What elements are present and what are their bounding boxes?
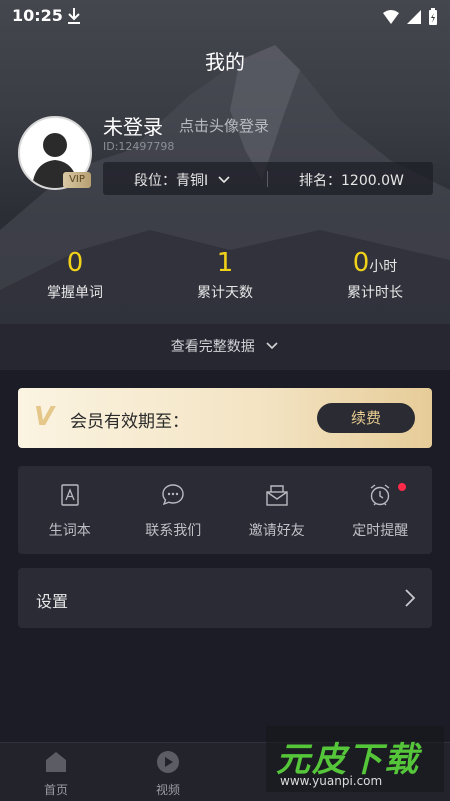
settings-row[interactable]: 设置 bbox=[18, 568, 432, 628]
tab-video[interactable]: 视频 bbox=[138, 749, 198, 798]
action-vocabulary-book[interactable]: 生词本 bbox=[18, 466, 122, 554]
action-contact-us[interactable]: 联系我们 bbox=[122, 466, 226, 554]
tab-home[interactable]: 首页 bbox=[26, 749, 86, 798]
action-label: 联系我们 bbox=[145, 523, 202, 539]
stat-value: 1 bbox=[216, 248, 234, 278]
chevron-right-icon bbox=[405, 589, 416, 607]
vip-logo-icon: V bbox=[34, 402, 55, 432]
rank-bar: 段位：青铜I 排名：1200.0W bbox=[103, 162, 433, 195]
quick-actions: 生词本 联系我们 邀请好友 定时提醒 bbox=[18, 466, 432, 554]
home-icon bbox=[46, 752, 66, 772]
vip-badge: VIP bbox=[63, 172, 91, 188]
vip-membership-card: V 会员有效期至： 续费 bbox=[18, 388, 432, 448]
renew-button[interactable]: 续费 bbox=[317, 403, 415, 433]
alarm-clock-icon bbox=[370, 484, 390, 506]
stat-total-hours: 0小时 累计时长 bbox=[300, 248, 450, 302]
stat-label: 累计时长 bbox=[347, 285, 403, 301]
chevron-down-icon bbox=[266, 342, 278, 350]
tab-label: 首页 bbox=[43, 783, 68, 797]
battery-icon bbox=[429, 8, 437, 25]
stat-mastered-words: 0 掌握单词 bbox=[0, 248, 150, 302]
watermark: 元皮下载 www.yuanpi.com bbox=[266, 726, 444, 792]
chat-icon bbox=[162, 484, 184, 506]
rank-text: 段位：青铜I bbox=[134, 173, 209, 189]
action-label: 定时提醒 bbox=[352, 523, 409, 539]
rank-selector[interactable]: 段位：青铜I bbox=[134, 170, 231, 190]
watermark-url: www.yuanpi.com bbox=[280, 774, 383, 788]
vocabulary-book-icon bbox=[61, 484, 79, 506]
action-timed-reminder[interactable]: 定时提醒 bbox=[329, 466, 433, 554]
cellular-signal-icon bbox=[407, 10, 421, 24]
vip-expiry-text: 会员有效期至： bbox=[70, 412, 189, 432]
action-label: 邀请好友 bbox=[248, 523, 305, 539]
ranking-text: 排名：1200.0W bbox=[299, 173, 404, 189]
divider bbox=[267, 171, 268, 187]
wifi-icon bbox=[383, 10, 399, 24]
notification-dot bbox=[397, 483, 406, 491]
status-bar: 10:25 bbox=[0, 0, 450, 34]
stat-label: 掌握单词 bbox=[47, 285, 103, 301]
stat-unit: 小时 bbox=[369, 259, 398, 275]
login-hint[interactable]: 点击头像登录 bbox=[179, 115, 269, 136]
invite-mail-icon bbox=[266, 485, 288, 506]
stat-label: 累计天数 bbox=[197, 285, 253, 301]
settings-label: 设置 bbox=[36, 592, 69, 611]
stat-value: 0 bbox=[352, 248, 370, 278]
action-label: 生词本 bbox=[48, 523, 91, 539]
chevron-down-icon bbox=[218, 176, 230, 184]
view-full-data-label: 查看完整数据 bbox=[170, 339, 255, 355]
status-time: 10:25 bbox=[12, 6, 63, 25]
user-id: ID:12497798 bbox=[103, 140, 175, 153]
tab-label: 视频 bbox=[155, 783, 180, 797]
page-title: 我的 bbox=[205, 50, 245, 74]
play-icon bbox=[157, 751, 179, 773]
download-icon bbox=[68, 8, 80, 24]
view-full-data-button[interactable]: 查看完整数据 bbox=[0, 324, 450, 370]
username[interactable]: 未登录 bbox=[103, 111, 163, 140]
stat-total-days: 1 累计天数 bbox=[150, 248, 300, 302]
action-invite-friends[interactable]: 邀请好友 bbox=[225, 466, 329, 554]
stat-value: 0 bbox=[66, 248, 84, 278]
